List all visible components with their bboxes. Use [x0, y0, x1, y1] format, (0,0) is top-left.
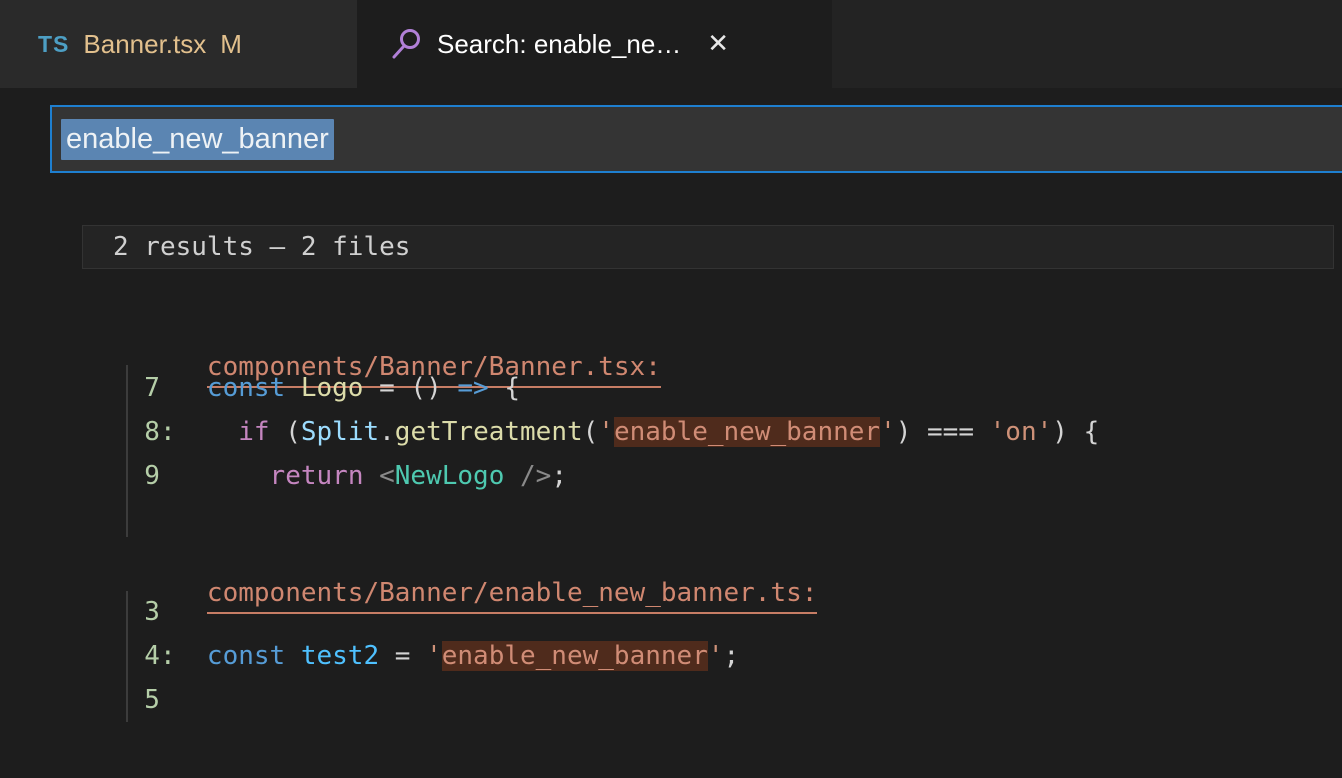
typescript-file-icon: TS: [38, 31, 69, 58]
code-token: .: [379, 417, 395, 447]
tab-search-editor[interactable]: Search: enable_ne… ✕: [357, 0, 832, 88]
code-token: ): [896, 417, 912, 447]
tab-banner-label: Banner.tsx: [83, 29, 206, 60]
line-number: 3: [113, 597, 160, 627]
code-token: ;: [724, 641, 740, 671]
code-token: = (): [379, 373, 457, 403]
line-number: 4:: [113, 641, 207, 671]
vscode-window: TS Banner.tsx M Search: enable_ne… ✕ ena…: [0, 0, 1342, 778]
code-token: return: [270, 461, 380, 491]
line-number: 9: [113, 461, 270, 491]
tab-bar: TS Banner.tsx M Search: enable_ne… ✕: [0, 0, 1342, 88]
result-line-5[interactable]: 5: [113, 678, 160, 722]
close-icon[interactable]: ✕: [707, 29, 729, 59]
code-token: ': [708, 641, 724, 671]
code-token: ': [880, 417, 896, 447]
code-token: =>: [457, 373, 504, 403]
file-heading-enable-new-banner-ts[interactable]: components/Banner/enable_new_banner.ts:: [113, 548, 817, 638]
tab-search-label: Search: enable_ne…: [437, 29, 681, 60]
results-summary-line: 2 results – 2 files: [82, 225, 1334, 269]
code-token: 'on': [990, 417, 1053, 447]
code-token: ) {: [1052, 417, 1099, 447]
result-line-3[interactable]: 3: [113, 590, 160, 634]
code-token: (: [270, 417, 301, 447]
code-token: if: [238, 417, 269, 447]
selected-query-text: enable_new_banner: [61, 119, 334, 160]
result-line-9[interactable]: 9 return <NewLogo />;: [113, 454, 567, 498]
code-token: const: [207, 641, 301, 671]
search-icon: [388, 26, 424, 62]
results-summary-text: 2 results – 2 files: [113, 232, 410, 262]
search-match-highlight: enable_new_banner: [442, 641, 708, 671]
tab-banner-tsx[interactable]: TS Banner.tsx M: [0, 0, 357, 88]
modified-badge: M: [220, 29, 242, 60]
search-editor-body: enable_new_banner 2 results – 2 files co…: [0, 88, 1342, 778]
code-token: const: [207, 373, 301, 403]
result-line-8-match[interactable]: 8: if (Split.getTreatment('enable_new_ba…: [113, 410, 1099, 454]
code-token: getTreatment: [395, 417, 583, 447]
result-line-4-match[interactable]: 4: const test2 = 'enable_new_banner';: [113, 634, 739, 678]
code-token: Split: [301, 417, 379, 447]
code-token: (: [583, 417, 599, 447]
search-query-input[interactable]: enable_new_banner: [50, 105, 1342, 173]
search-match-highlight: enable_new_banner: [614, 417, 880, 447]
code-token: />: [504, 461, 551, 491]
code-token: ': [598, 417, 614, 447]
code-token: NewLogo: [395, 461, 505, 491]
line-number: 5: [113, 685, 160, 715]
code-token: =: [395, 641, 426, 671]
code-token: test2: [301, 641, 395, 671]
code-token: Logo: [301, 373, 379, 403]
line-number: 7: [113, 373, 207, 403]
code-token: {: [504, 373, 520, 403]
line-number: 8:: [113, 417, 238, 447]
code-token: ': [426, 641, 442, 671]
result-line-7[interactable]: 7 const Logo = () => {: [113, 366, 520, 410]
code-token: ===: [911, 417, 989, 447]
code-token: ;: [551, 461, 567, 491]
code-token: <: [379, 461, 395, 491]
